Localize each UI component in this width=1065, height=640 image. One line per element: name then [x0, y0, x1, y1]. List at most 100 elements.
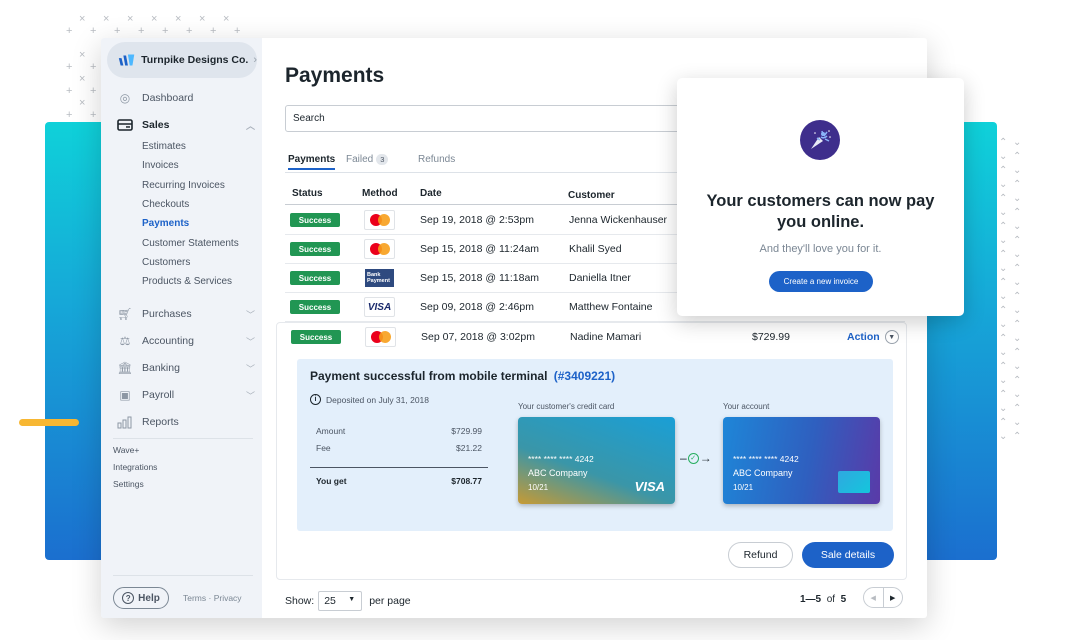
payroll-icon: ▣	[119, 388, 131, 402]
visa-icon: VISA	[364, 297, 395, 317]
tab-failed[interactable]: Failed 3	[346, 154, 389, 165]
status-badge: Success	[290, 242, 340, 256]
per-page-control: Show: 25 ▼ per page	[285, 591, 411, 611]
action-menu-button[interactable]: Action ▼	[847, 330, 899, 344]
sidebar-item-sales[interactable]: Sales ︿	[115, 117, 255, 133]
payment-date: Sep 09, 2018 @ 2:46pm	[420, 301, 534, 313]
tab-label: Refunds	[418, 154, 456, 165]
sidebar-item-dashboard[interactable]: ◎ Dashboard	[115, 90, 255, 106]
column-header-method[interactable]: Method	[362, 188, 398, 199]
card-number: **** **** **** 4242	[733, 454, 799, 464]
sidebar-item-purchases[interactable]: 🛒︎ Purchases ﹀	[115, 306, 255, 322]
sidebar-divider	[113, 438, 253, 439]
sidebar-link-settings[interactable]: Settings	[113, 479, 144, 489]
payment-detail-card: Payment successful from mobile terminal …	[297, 359, 893, 531]
sidebar: Turnpike Designs Co. › ◎ Dashboard Sales…	[101, 38, 262, 618]
sidebar-item-label: Sales	[142, 119, 170, 131]
tab-payments[interactable]: Payments	[288, 154, 336, 170]
sidebar-subitem-recurring-invoices[interactable]: Recurring Invoices	[142, 180, 225, 191]
column-header-status[interactable]: Status	[292, 188, 323, 199]
sidebar-item-label: Purchases	[142, 308, 192, 320]
detail-title: Payment successful from mobile terminal …	[310, 369, 615, 383]
sidebar-item-label: Payroll	[142, 389, 175, 401]
tab-label: Failed	[346, 154, 374, 165]
promo-subtitle: And they'll love you for it.	[759, 243, 882, 255]
scale-icon: ⚖︎	[119, 334, 131, 348]
summary-divider	[310, 467, 488, 468]
create-invoice-button[interactable]: Create a new invoice	[769, 271, 873, 292]
mastercard-icon	[364, 239, 395, 259]
per-page-value: 25	[324, 595, 336, 607]
chevron-down-icon: ▼	[884, 330, 899, 344]
chevron-down-icon: ﹀	[245, 336, 255, 347]
sidebar-subitem-payments[interactable]: Payments	[142, 218, 189, 229]
deposit-text: Deposited on July 31, 2018	[326, 394, 430, 405]
cart-icon: 🛒︎	[117, 307, 133, 321]
sidebar-subitem-products-services[interactable]: Products & Services	[142, 276, 232, 287]
status-badge: Success	[290, 213, 340, 227]
business-switcher[interactable]: Turnpike Designs Co. ›	[107, 42, 257, 78]
payment-date: Sep 15, 2018 @ 11:18am	[420, 272, 540, 284]
info-icon: i	[310, 394, 321, 405]
customer-name: Jenna Wickenhauser	[569, 214, 668, 226]
bank-payment-icon: Bank Payment	[364, 268, 395, 288]
expanded-payment-panel: Success Sep 07, 2018 @ 3:02pm Nadine Mam…	[276, 322, 907, 580]
status-badge: Success	[291, 330, 341, 344]
card-expiry: 10/21	[528, 483, 549, 492]
bank-icon: 🏛︎	[117, 361, 133, 375]
sidebar-item-label: Reports	[142, 416, 179, 428]
summary-fee-row: Fee $21.22	[316, 443, 482, 453]
sidebar-item-accounting[interactable]: ⚖︎ Accounting ﹀	[115, 333, 255, 349]
table-row[interactable]: Success Sep 07, 2018 @ 3:02pm Nadine Mam…	[277, 323, 906, 352]
account-card: **** **** **** 4242 ABC Company 10/21	[723, 417, 880, 504]
sidebar-link-wave-plus[interactable]: Wave+	[113, 445, 139, 455]
promo-title: Your customers can now pay you online.	[706, 192, 935, 231]
payment-date: Sep 07, 2018 @ 3:02pm	[421, 331, 535, 343]
sidebar-subitem-checkouts[interactable]: Checkouts	[142, 199, 189, 210]
transaction-ref-link[interactable]: (#3409221)	[554, 369, 615, 383]
summary-you-get-row: You get $708.77	[316, 476, 482, 486]
account-card-label: Your account	[723, 402, 770, 411]
summary-amount-row: Amount $729.99	[316, 426, 482, 436]
chevron-down-icon: ﹀	[245, 309, 255, 320]
refund-button[interactable]: Refund	[728, 542, 793, 568]
card-expiry: 10/21	[733, 483, 754, 492]
terms-privacy-links[interactable]: Terms · Privacy	[183, 593, 242, 603]
online-payments-promo: Your customers can now pay you online. A…	[677, 78, 964, 316]
search-input[interactable]: Search	[285, 105, 705, 132]
question-icon: ?	[122, 592, 135, 604]
customer-name: Nadine Mamari	[570, 331, 642, 343]
check-circle-icon: ✓	[687, 452, 699, 464]
chevron-down-icon: ﹀	[245, 390, 255, 401]
sidebar-subitem-customer-statements[interactable]: Customer Statements	[142, 238, 239, 249]
status-badge: Success	[290, 300, 340, 314]
help-label: Help	[138, 592, 160, 604]
per-page-select[interactable]: 25 ▼	[318, 591, 363, 611]
customer-name: Khalil Syed	[569, 243, 622, 255]
action-label: Action	[847, 331, 880, 343]
transfer-arrow-icon: – ✓ →	[680, 451, 712, 465]
show-label: Show:	[285, 595, 315, 607]
business-name: Turnpike Designs Co.	[141, 54, 249, 66]
sidebar-item-payroll[interactable]: ▣ Payroll ﹀	[115, 387, 255, 403]
column-header-customer[interactable]: Customer	[568, 190, 615, 201]
sale-details-button[interactable]: Sale details	[802, 542, 894, 568]
sidebar-item-reports[interactable]: Reports	[115, 414, 255, 430]
sidebar-subitem-customers[interactable]: Customers	[142, 257, 190, 268]
tab-refunds[interactable]: Refunds	[418, 154, 455, 165]
sidebar-subitem-estimates[interactable]: Estimates	[142, 141, 186, 152]
next-page-button[interactable]: ▶	[884, 588, 903, 607]
per-page-label: per page	[369, 595, 411, 607]
sidebar-divider	[113, 575, 253, 576]
column-header-date[interactable]: Date	[420, 188, 442, 199]
help-button[interactable]: ? Help	[113, 587, 169, 609]
page-title: Payments	[285, 64, 385, 87]
decorative-chevron-pattern: ⌃ ⌄ ⌄ ⌃ ⌃ ⌄ ⌄ ⌃ ⌃ ⌄ ⌄ ⌃ ⌃ ⌄ ⌄ ⌃ ⌃ ⌄ ⌄ ⌃ ⌃ ⌄ ⌄ ⌃ ⌃ ⌄ ⌄ ⌃ ⌃ ⌄ ⌄ ⌃ ⌃ ⌄ ⌄ ⌃ ⌃ ⌄ ⌄ ⌃…	[999, 137, 1022, 442]
previous-page-button[interactable]: ◀	[864, 588, 884, 607]
sales-card-icon	[115, 117, 135, 133]
sidebar-subitem-invoices[interactable]: Invoices	[142, 160, 179, 171]
visa-logo-icon: VISA	[634, 479, 665, 494]
sidebar-item-banking[interactable]: 🏛︎ Banking ﹀	[115, 360, 255, 376]
sidebar-link-integrations[interactable]: Integrations	[113, 462, 157, 472]
mastercard-icon	[364, 210, 395, 230]
